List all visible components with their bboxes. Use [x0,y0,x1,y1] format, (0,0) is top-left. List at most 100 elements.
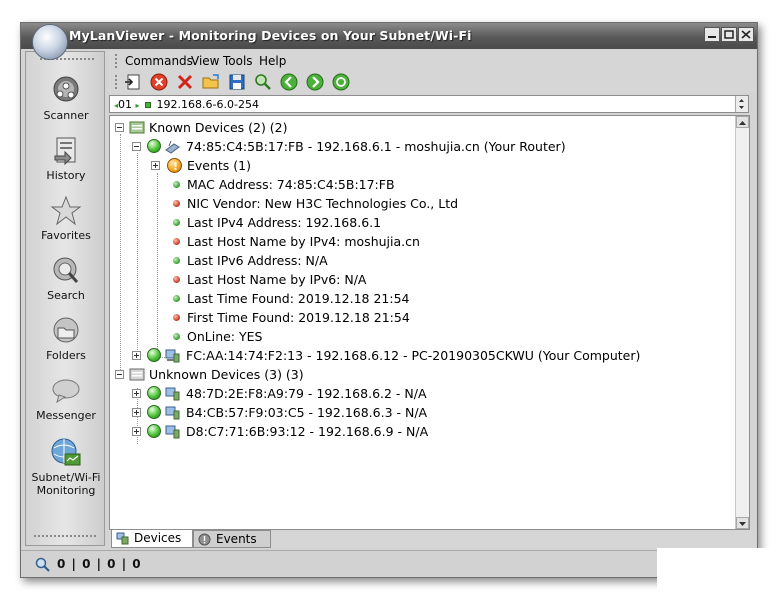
red-status-icon [173,314,180,321]
tree-device-router[interactable]: 74:85:C4:5B:17:FB - 192.168.6.1 - moshuj… [110,137,710,156]
red-status-icon [173,238,180,245]
minimize-button[interactable] [704,27,720,42]
tree-group-known[interactable]: Known Devices (2) (2) [110,118,710,137]
minimize-icon [708,36,716,38]
router-icon [165,140,180,154]
tree-device-unknown[interactable]: 48:7D:2E:F8:A9:79 - 192.168.6.2 - N/A [110,384,710,403]
subnet-spinner[interactable] [735,96,748,112]
subnet-indicator-icon [145,102,152,108]
expand-toggle[interactable] [151,161,160,170]
unknown-device-icon [165,387,180,401]
vertical-scrollbar[interactable] [735,116,749,529]
tree-prop[interactable]: First Time Found: 2019.12.18 21:54 [110,308,710,327]
star-icon [50,195,82,226]
sidebar-item-monitoring[interactable]: Subnet/Wi-Fi Monitoring [26,436,106,497]
title-bar[interactable]: MyLanViewer - Monitoring Devices on Your… [21,23,757,49]
tree-prop[interactable]: Last Time Found: 2019.12.18 21:54 [110,289,710,308]
scroll-down-button[interactable] [736,517,749,529]
delete-icon [177,74,193,90]
stop-button[interactable] [149,72,169,92]
window-title: MyLanViewer - Monitoring Devices on Your… [69,28,472,43]
warning-icon [167,157,182,176]
blank-area [657,548,779,599]
online-status-icon [147,424,161,438]
collapse-toggle[interactable] [115,370,124,379]
expand-toggle[interactable] [132,389,141,398]
tree-device-unknown[interactable]: B4:CB:57:F9:03:C5 - 192.168.6.3 - N/A [110,403,710,422]
events-icon [198,533,211,546]
import-button[interactable] [123,72,143,92]
menu-bar: Commands View Tools Help [109,51,755,71]
messenger-icon [52,379,80,404]
save-button[interactable] [227,72,247,92]
find-button[interactable] [253,72,273,92]
devices-icon [116,532,129,545]
scroll-up-button[interactable] [736,116,749,128]
app-logo [32,24,68,60]
subnet-next-icon[interactable]: ▸ [136,101,140,110]
unknown-device-icon [165,406,180,420]
tree-device-unknown[interactable]: D8:C7:71:6B:93:12 - 192.168.6.9 - N/A [110,422,710,441]
refresh-button[interactable] [331,72,351,92]
menu-commands[interactable]: Commands [125,54,193,68]
expand-toggle[interactable] [132,427,141,436]
tree-prop[interactable]: MAC Address: 74:85:C4:5B:17:FB [110,175,710,194]
tree-group-unknown[interactable]: Unknown Devices (3) (3) [110,365,710,384]
import-icon [125,74,140,90]
expand-toggle[interactable] [132,408,141,417]
sidebar: Scanner History Favorites Search Folders… [25,51,105,546]
online-status-icon [147,405,161,419]
tree-prop[interactable]: Last IPv4 Address: 192.168.6.1 [110,213,710,232]
maximize-button[interactable] [721,27,737,42]
tree-prop[interactable]: Last IPv6 Address: N/A [110,251,710,270]
tree-prop[interactable]: OnLine: YES [110,327,710,346]
green-status-icon [173,333,180,340]
tab-devices[interactable]: Devices [111,530,193,548]
collapse-toggle[interactable] [132,142,141,151]
scanner-icon [53,76,79,102]
arrow-up-icon [739,121,746,125]
search-icon [53,257,79,283]
sidebar-item-scanner[interactable]: Scanner [26,74,106,122]
tree-prop[interactable]: Last Host Name by IPv6: N/A [110,270,710,289]
forward-button[interactable] [305,72,325,92]
menu-grip[interactable] [115,54,118,68]
forward-icon [306,73,324,91]
menu-help[interactable]: Help [259,54,286,68]
tree-prop[interactable]: Last Host Name by IPv4: moshujia.cn [110,232,710,251]
device-group-icon [129,121,145,134]
sidebar-item-folders[interactable]: Folders [26,314,106,362]
arrow-down-icon [739,522,746,526]
menu-tools[interactable]: Tools [223,54,253,68]
tree-device-computer[interactable]: FC:AA:14:74:F2:13 - 192.168.6.12 - PC-20… [110,346,710,365]
monitoring-icon [51,438,81,466]
green-status-icon [173,219,180,226]
sidebar-item-messenger[interactable]: Messenger [26,374,106,422]
sidebar-item-history[interactable]: History [26,134,106,182]
delete-button[interactable] [175,72,195,92]
expand-toggle[interactable] [132,351,141,360]
online-status-icon [147,348,161,362]
tree-events[interactable]: Events (1) [110,156,710,176]
red-status-icon [173,200,180,207]
open-button[interactable] [201,72,221,92]
bottom-tabs: Devices Events [109,530,755,548]
app-window: MyLanViewer - Monitoring Devices on Your… [20,22,758,578]
unknown-device-icon [165,425,180,439]
open-icon [202,74,219,89]
subnet-index: 01 [118,98,133,111]
subnet-address-field[interactable]: ◂01 ▸ 192.168.6-6.0-254 [109,95,749,113]
sidebar-bottom-grip [34,535,96,537]
sidebar-item-favorites[interactable]: Favorites [26,194,106,242]
sidebar-item-search[interactable]: Search [26,254,106,302]
spin-arrows-icon [739,99,744,109]
green-status-icon [173,257,180,264]
device-tree[interactable]: Known Devices (2) (2) 74:85:C4:5B:17:FB … [109,115,750,530]
tree-prop[interactable]: NIC Vendor: New H3C Technologies Co., Lt… [110,194,710,213]
collapse-toggle[interactable] [115,123,124,132]
toolbar-grip[interactable] [115,75,118,89]
back-button[interactable] [279,72,299,92]
close-button[interactable] [738,27,754,42]
tab-events[interactable]: Events [193,530,271,548]
menu-view[interactable]: View [191,54,219,68]
